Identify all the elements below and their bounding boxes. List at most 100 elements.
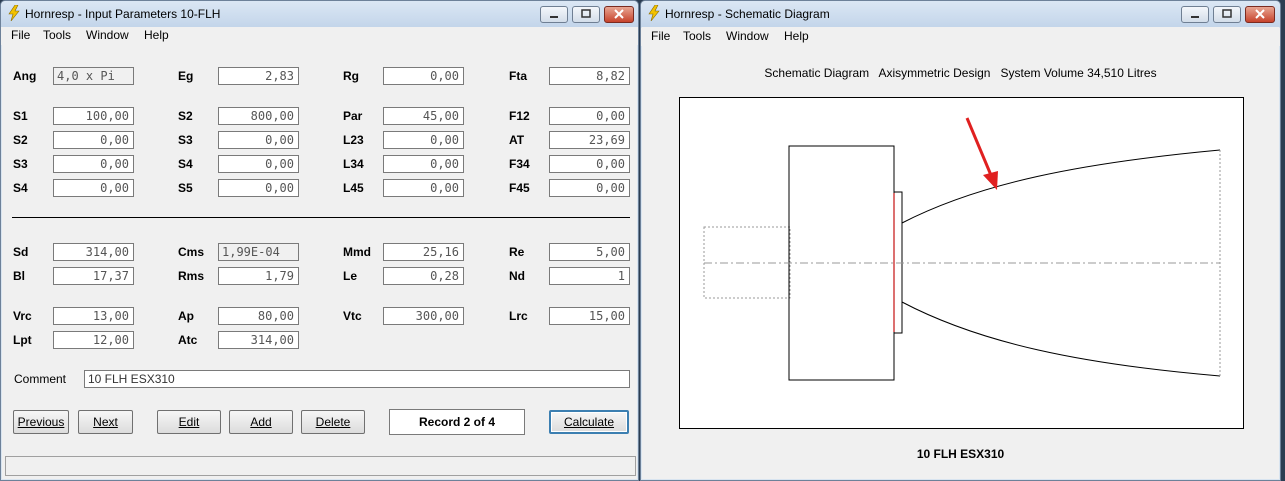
edit-button[interactable]: Edit xyxy=(157,410,221,434)
status-bar xyxy=(5,456,636,476)
param-label-vrc: Vrc xyxy=(13,309,32,323)
param-label-lpt: Lpt xyxy=(13,333,32,347)
param-field-s4a[interactable]: 0,00 xyxy=(218,155,299,173)
param-field-bl[interactable]: 17,37 xyxy=(53,267,134,285)
close-button[interactable] xyxy=(604,6,634,23)
param-label-cms: Cms xyxy=(178,245,205,259)
comment-field[interactable]: 10 FLH ESX310 xyxy=(84,370,630,388)
next-button[interactable]: Next xyxy=(78,410,133,434)
param-label-nd: Nd xyxy=(509,269,525,283)
param-label-lrc: Lrc xyxy=(509,309,528,323)
param-field-mmd[interactable]: 25,16 xyxy=(383,243,464,261)
param-label-sd: Sd xyxy=(13,245,29,259)
schematic-diagram-window: Hornresp - Schematic Diagram File Tools … xyxy=(640,0,1281,481)
param-field-vtc[interactable]: 300,00 xyxy=(383,307,464,325)
param-field-re[interactable]: 5,00 xyxy=(549,243,630,261)
minimize-button[interactable] xyxy=(540,6,568,23)
param-field-f34[interactable]: 0,00 xyxy=(549,155,630,173)
param-field-atc[interactable]: 314,00 xyxy=(218,331,299,349)
param-field-nd[interactable]: 1 xyxy=(549,267,630,285)
add-button[interactable]: Add xyxy=(229,410,293,434)
menu-window[interactable]: Window xyxy=(86,28,129,42)
param-field-rms[interactable]: 1,79 xyxy=(218,267,299,285)
calculate-button[interactable]: Calculate xyxy=(549,410,629,434)
title-bar[interactable]: Hornresp - Schematic Diagram xyxy=(641,1,1280,27)
param-field-cms[interactable]: 1,99E-04 xyxy=(218,243,299,261)
param-label-s3b: S3 xyxy=(13,157,28,171)
param-label-s4b: S4 xyxy=(13,181,28,195)
param-field-l45[interactable]: 0,00 xyxy=(383,179,464,197)
param-field-s2a[interactable]: 800,00 xyxy=(218,107,299,125)
param-label-eg: Eg xyxy=(178,69,194,83)
menu-help[interactable]: Help xyxy=(144,28,169,42)
param-label-ap: Ap xyxy=(178,309,194,323)
param-field-s4b[interactable]: 0,00 xyxy=(53,179,134,197)
menu-window[interactable]: Window xyxy=(726,29,769,43)
param-field-f12[interactable]: 0,00 xyxy=(549,107,630,125)
param-field-le[interactable]: 0,28 xyxy=(383,267,464,285)
horn-lower-flare xyxy=(901,301,1221,377)
window-title: Hornresp - Input Parameters 10-FLH xyxy=(25,7,221,21)
menu-file[interactable]: File xyxy=(11,28,30,42)
menu-help[interactable]: Help xyxy=(784,29,809,43)
param-field-fta[interactable]: 8,82 xyxy=(549,67,630,85)
param-label-re: Re xyxy=(509,245,525,259)
hornresp-app-icon xyxy=(8,5,20,21)
param-field-rg[interactable]: 0,00 xyxy=(383,67,464,85)
maximize-icon xyxy=(1222,9,1232,18)
section-divider xyxy=(12,217,630,218)
title-bar[interactable]: Hornresp - Input Parameters 10-FLH xyxy=(1,1,638,27)
param-label-l45: L45 xyxy=(343,181,364,195)
param-label-par: Par xyxy=(343,109,363,123)
param-label-f45: F45 xyxy=(509,181,530,195)
param-label-s1: S1 xyxy=(13,109,28,123)
close-icon xyxy=(614,9,624,19)
param-field-f45[interactable]: 0,00 xyxy=(549,179,630,197)
schematic-canvas xyxy=(679,97,1244,429)
param-field-s2b[interactable]: 0,00 xyxy=(53,131,134,149)
annotation-arrow-icon xyxy=(965,117,998,190)
maximize-button[interactable] xyxy=(1213,6,1241,23)
close-button[interactable] xyxy=(1245,6,1275,23)
param-label-f34: F34 xyxy=(509,157,530,171)
param-label-ang: Ang xyxy=(13,69,37,83)
delete-button[interactable]: Delete xyxy=(301,410,365,434)
horn-upper-flare xyxy=(901,149,1221,224)
param-label-l23: L23 xyxy=(343,133,364,147)
previous-button[interactable]: Previous xyxy=(13,410,69,434)
param-field-at[interactable]: 23,69 xyxy=(549,131,630,149)
close-icon xyxy=(1255,9,1265,19)
param-field-l23[interactable]: 0,00 xyxy=(383,131,464,149)
param-field-lpt[interactable]: 12,00 xyxy=(53,331,134,349)
param-label-s5: S5 xyxy=(178,181,193,195)
param-field-lrc[interactable]: 15,00 xyxy=(549,307,630,325)
diagram-header: Schematic Diagram Axisymmetric Design Sy… xyxy=(764,66,1157,80)
menu-file[interactable]: File xyxy=(651,29,670,43)
param-field-s1[interactable]: 100,00 xyxy=(53,107,134,125)
window-title: Hornresp - Schematic Diagram xyxy=(665,7,830,21)
menu-tools[interactable]: Tools xyxy=(43,28,71,42)
param-label-s3a: S3 xyxy=(178,133,193,147)
param-field-l34[interactable]: 0,00 xyxy=(383,155,464,173)
param-label-l34: L34 xyxy=(343,157,364,171)
param-field-vrc[interactable]: 13,00 xyxy=(53,307,134,325)
maximize-button[interactable] xyxy=(572,6,600,23)
param-field-ang[interactable]: 4,0 x Pi xyxy=(53,67,134,85)
param-field-eg[interactable]: 2,83 xyxy=(218,67,299,85)
param-field-s3a[interactable]: 0,00 xyxy=(218,131,299,149)
param-label-rms: Rms xyxy=(178,269,205,283)
menu-bar: File Tools Window Help xyxy=(641,28,1280,46)
param-label-bl: Bl xyxy=(13,269,25,283)
param-label-vtc: Vtc xyxy=(343,309,362,323)
param-field-s5[interactable]: 0,00 xyxy=(218,179,299,197)
minimize-button[interactable] xyxy=(1181,6,1209,23)
param-field-ap[interactable]: 80,00 xyxy=(218,307,299,325)
minimize-icon xyxy=(550,16,558,18)
input-parameters-window: Hornresp - Input Parameters 10-FLH File … xyxy=(0,0,639,481)
menu-tools[interactable]: Tools xyxy=(683,29,711,43)
param-field-sd[interactable]: 314,00 xyxy=(53,243,134,261)
param-field-par[interactable]: 45,00 xyxy=(383,107,464,125)
comment-label: Comment xyxy=(14,372,67,386)
param-field-s3b[interactable]: 0,00 xyxy=(53,155,134,173)
menu-bar: File Tools Window Help xyxy=(1,27,638,45)
